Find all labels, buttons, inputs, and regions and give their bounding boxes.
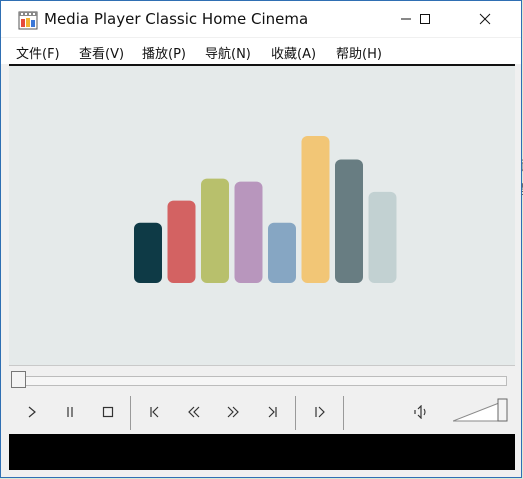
menu-file[interactable]: 文件(F) (16, 43, 60, 62)
rewind-button[interactable] (179, 399, 209, 425)
previous-button[interactable] (140, 399, 170, 425)
window-title: Media Player Classic Home Cinema (44, 10, 309, 28)
menu-favorites[interactable]: 收藏(A) (271, 43, 316, 62)
play-icon (28, 406, 36, 418)
fast-forward-button[interactable] (218, 399, 248, 425)
mute-button[interactable] (407, 399, 437, 425)
next-icon (268, 406, 277, 418)
rewind-icon (188, 406, 200, 418)
menu-bar: 文件(F) 查看(V) 播放(P) 导航(N) 收藏(A) 帮助(H) (1, 38, 521, 64)
speaker-icon (414, 405, 426, 419)
logo-bar (167, 200, 196, 283)
seek-bar[interactable] (17, 376, 507, 386)
logo-bar (134, 222, 162, 283)
logo-bar (268, 222, 296, 283)
previous-icon (150, 406, 159, 418)
menu-play[interactable]: 播放(P) (142, 43, 186, 62)
control-separator (295, 396, 296, 430)
play-button[interactable] (17, 399, 47, 425)
pause-button[interactable] (55, 399, 85, 425)
maximize-button[interactable] (402, 1, 448, 37)
title-bar[interactable]: Media Player Classic Home Cinema (1, 1, 521, 37)
menu-help[interactable]: 帮助(H) (336, 43, 382, 62)
menu-navigate[interactable]: 导航(N) (205, 43, 251, 62)
frame-step-button[interactable] (305, 399, 335, 425)
status-bar (9, 434, 515, 470)
control-separator (130, 396, 131, 430)
mpc-logo (134, 136, 397, 283)
mpc-hc-app-icon[interactable] (18, 10, 38, 30)
pause-icon (67, 407, 73, 417)
control-separator (343, 396, 344, 430)
logo-bar (335, 159, 363, 283)
video-area[interactable] (9, 66, 515, 365)
frame-step-icon (315, 406, 325, 418)
next-button[interactable] (257, 399, 287, 425)
maximize-icon (420, 14, 430, 24)
media-player-window: Media Player Classic Home Cinema 文件(F) 查… (0, 0, 522, 478)
fast-forward-icon (227, 406, 239, 418)
logo-bar (301, 136, 330, 283)
volume-slider[interactable] (453, 397, 509, 423)
logo-bar (234, 181, 263, 283)
close-button[interactable] (462, 1, 508, 37)
seek-thumb[interactable] (11, 371, 26, 388)
logo-bar (368, 191, 397, 283)
logo-bar (201, 178, 229, 283)
close-icon (479, 13, 491, 25)
stop-icon (102, 406, 114, 418)
control-panel (9, 366, 515, 434)
stop-button[interactable] (93, 399, 123, 425)
menu-view[interactable]: 查看(V) (79, 43, 124, 62)
